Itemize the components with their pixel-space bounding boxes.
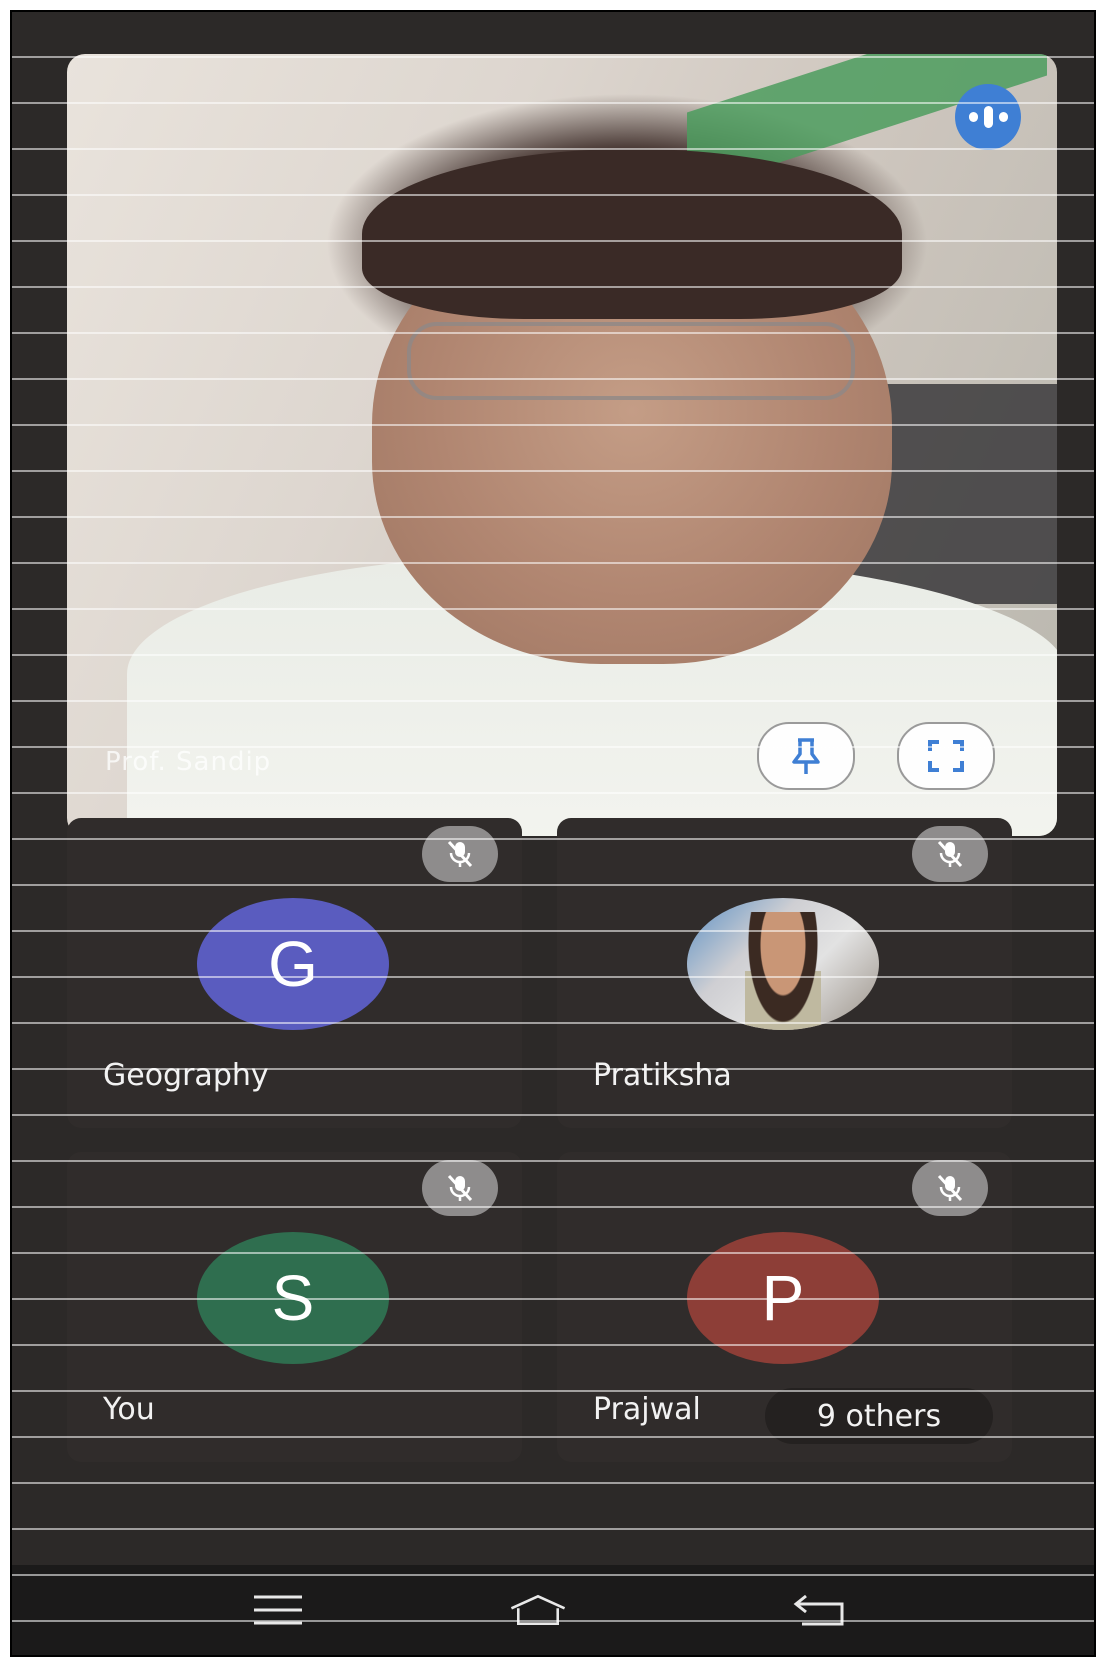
main-speaker-name: Prof. Sandip	[105, 747, 272, 777]
mic-off-badge	[422, 1160, 498, 1216]
participant-tile-pratiksha[interactable]: Pratiksha	[557, 818, 1012, 1128]
mic-off-badge	[912, 826, 988, 882]
audio-level-icon	[955, 84, 1021, 150]
speaker-hair	[362, 149, 902, 319]
participant-name: You	[103, 1392, 155, 1427]
avatar: P	[687, 1232, 879, 1364]
others-count-button[interactable]: 9 others	[765, 1388, 993, 1444]
avatar: S	[197, 1232, 389, 1364]
back-button[interactable]	[792, 1585, 852, 1635]
pin-icon	[792, 738, 820, 774]
mic-off-icon	[937, 1174, 963, 1202]
profile-photo-person	[745, 912, 821, 1030]
menu-button[interactable]	[248, 1585, 308, 1635]
home-button[interactable]	[508, 1585, 568, 1635]
participant-tile-geography[interactable]: G Geography	[67, 818, 522, 1128]
mic-off-badge	[422, 826, 498, 882]
participant-tile-prajwal[interactable]: P Prajwal 9 others	[557, 1152, 1012, 1462]
main-video-tile[interactable]: Prof. Sandip	[67, 54, 1057, 836]
mic-off-icon	[937, 840, 963, 868]
avatar-initial: P	[761, 1262, 805, 1334]
mic-off-icon	[447, 1174, 473, 1202]
pin-button[interactable]	[757, 722, 855, 790]
speaker-glasses	[407, 322, 855, 400]
participant-name: Geography	[103, 1058, 269, 1093]
system-navigation-bar	[12, 1565, 1094, 1655]
participant-tile-you[interactable]: S You	[67, 1152, 522, 1462]
back-icon	[793, 1594, 844, 1626]
menu-icon	[254, 1595, 302, 1625]
mic-off-badge	[912, 1160, 988, 1216]
avatar: G	[197, 898, 389, 1030]
fullscreen-button[interactable]	[897, 722, 995, 790]
avatar-initial: S	[271, 1262, 315, 1334]
avatar-photo	[687, 898, 879, 1030]
meeting-screen: Prof. Sandip G Geography Pratiksha S You…	[10, 10, 1096, 1657]
home-icon	[510, 1594, 566, 1625]
avatar-initial: G	[268, 928, 318, 1000]
fullscreen-icon	[928, 740, 964, 772]
participant-name: Pratiksha	[593, 1058, 732, 1093]
mic-off-icon	[447, 840, 473, 868]
participant-name: Prajwal	[593, 1392, 701, 1427]
